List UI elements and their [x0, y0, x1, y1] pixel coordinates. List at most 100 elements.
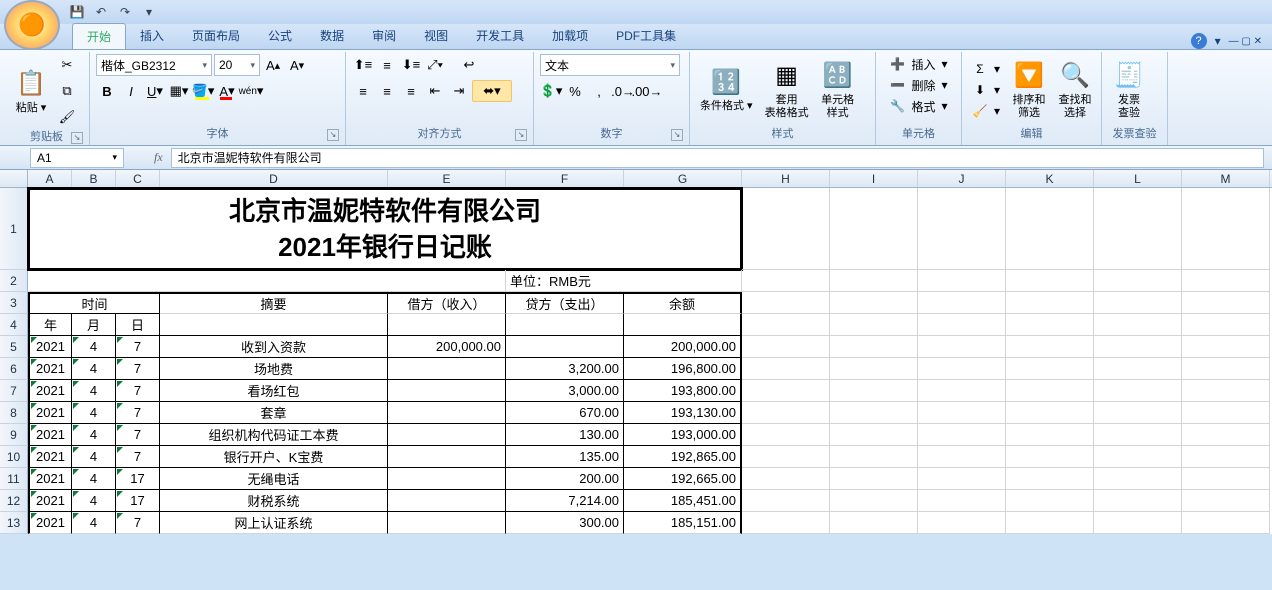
- font-size-combo[interactable]: 20▾: [214, 54, 260, 76]
- cell[interactable]: [742, 270, 830, 292]
- name-box[interactable]: A1▾: [30, 148, 124, 168]
- cell[interactable]: [1182, 424, 1270, 446]
- cell[interactable]: [918, 424, 1006, 446]
- increase-indent-button[interactable]: ⇥: [448, 80, 470, 102]
- cell-month[interactable]: 4: [72, 402, 116, 424]
- cell[interactable]: [918, 270, 1006, 292]
- col-header-A[interactable]: A: [28, 170, 72, 187]
- cell-debit[interactable]: [388, 424, 506, 446]
- cell[interactable]: [742, 468, 830, 490]
- cell[interactable]: [918, 402, 1006, 424]
- cell[interactable]: [918, 358, 1006, 380]
- cell[interactable]: [1006, 358, 1094, 380]
- cell[interactable]: [830, 314, 918, 336]
- row-header-6[interactable]: 6: [0, 358, 28, 380]
- cell-credit[interactable]: 300.00: [506, 512, 624, 534]
- wrap-text-button[interactable]: ↩: [458, 54, 480, 76]
- cell-month[interactable]: 4: [72, 512, 116, 534]
- cell-summary[interactable]: 套章: [160, 402, 388, 424]
- cell[interactable]: [1094, 314, 1182, 336]
- help-icon[interactable]: ?: [1191, 33, 1207, 49]
- row-header-9[interactable]: 9: [0, 424, 28, 446]
- cell-day[interactable]: 7: [116, 446, 160, 468]
- header-year[interactable]: 年: [28, 314, 72, 336]
- tab-审阅[interactable]: 审阅: [358, 23, 410, 49]
- cell-balance[interactable]: 192,865.00: [624, 446, 742, 468]
- tab-公式[interactable]: 公式: [254, 23, 306, 49]
- comma-button[interactable]: ,: [588, 80, 610, 102]
- dialog-launcher[interactable]: ↘: [71, 132, 83, 144]
- cell-day[interactable]: 17: [116, 490, 160, 512]
- tab-加载项[interactable]: 加载项: [538, 23, 602, 49]
- cell-balance[interactable]: 196,800.00: [624, 358, 742, 380]
- cell[interactable]: [742, 336, 830, 358]
- col-header-K[interactable]: K: [1006, 170, 1094, 187]
- cell[interactable]: [830, 380, 918, 402]
- cell-day[interactable]: 17: [116, 468, 160, 490]
- cell[interactable]: [1182, 512, 1270, 534]
- cell-credit[interactable]: 670.00: [506, 402, 624, 424]
- row-header-13[interactable]: 13: [0, 512, 28, 534]
- formula-input[interactable]: 北京市温妮特软件有限公司: [171, 148, 1264, 168]
- cell-credit[interactable]: 130.00: [506, 424, 624, 446]
- cell-month[interactable]: 4: [72, 468, 116, 490]
- clear-button[interactable]: 🧹▾: [968, 101, 1004, 121]
- cell-summary[interactable]: 网上认证系统: [160, 512, 388, 534]
- cell[interactable]: [830, 446, 918, 468]
- cell-summary[interactable]: 无绳电话: [160, 468, 388, 490]
- row-header-10[interactable]: 10: [0, 446, 28, 468]
- merge-center-button[interactable]: ⬌▾: [472, 80, 512, 102]
- cell[interactable]: [830, 336, 918, 358]
- dialog-launcher[interactable]: ↘: [671, 129, 683, 141]
- row-header-2[interactable]: 2: [0, 270, 28, 292]
- header-summary-2[interactable]: [160, 314, 388, 336]
- cell[interactable]: [830, 402, 918, 424]
- cell[interactable]: [1182, 446, 1270, 468]
- font-color-button[interactable]: A▾: [216, 80, 238, 102]
- row-header-8[interactable]: 8: [0, 402, 28, 424]
- cell[interactable]: [1182, 358, 1270, 380]
- tab-开发工具[interactable]: 开发工具: [462, 23, 538, 49]
- cell[interactable]: [1094, 188, 1182, 270]
- fx-icon[interactable]: fx: [154, 150, 163, 165]
- orientation-button[interactable]: ⤢▾: [424, 54, 446, 76]
- cell[interactable]: [742, 292, 830, 314]
- cell[interactable]: [1006, 490, 1094, 512]
- format-as-table-button[interactable]: ▦套用 表格格式: [761, 58, 813, 122]
- decrease-decimal-button[interactable]: .00→: [636, 80, 658, 102]
- phonetic-button[interactable]: wén▾: [240, 80, 262, 102]
- cell[interactable]: [1094, 292, 1182, 314]
- cell-debit[interactable]: [388, 512, 506, 534]
- cell[interactable]: [742, 512, 830, 534]
- header-summary[interactable]: 摘要: [160, 292, 388, 314]
- cell[interactable]: [830, 490, 918, 512]
- cell-debit[interactable]: [388, 402, 506, 424]
- cell[interactable]: [1006, 446, 1094, 468]
- cell-year[interactable]: 2021: [28, 490, 72, 512]
- cell[interactable]: [1094, 512, 1182, 534]
- cell[interactable]: [1182, 402, 1270, 424]
- cell-year[interactable]: 2021: [28, 468, 72, 490]
- cell-month[interactable]: 4: [72, 380, 116, 402]
- cell-credit[interactable]: 3,000.00: [506, 380, 624, 402]
- cell-styles-button[interactable]: 🔠单元格 样式: [817, 58, 859, 122]
- cell[interactable]: [830, 424, 918, 446]
- tab-插入[interactable]: 插入: [126, 23, 178, 49]
- cell-month[interactable]: 4: [72, 446, 116, 468]
- cell[interactable]: [918, 490, 1006, 512]
- cell-day[interactable]: 7: [116, 512, 160, 534]
- col-header-M[interactable]: M: [1182, 170, 1270, 187]
- cell-day[interactable]: 7: [116, 424, 160, 446]
- row-header-12[interactable]: 12: [0, 490, 28, 512]
- cell-balance[interactable]: 193,130.00: [624, 402, 742, 424]
- cell-year[interactable]: 2021: [28, 402, 72, 424]
- cell-debit[interactable]: [388, 490, 506, 512]
- cell[interactable]: [742, 402, 830, 424]
- col-header-C[interactable]: C: [116, 170, 160, 187]
- cell[interactable]: [742, 314, 830, 336]
- fill-color-button[interactable]: 🪣▾: [192, 80, 214, 102]
- tab-数据[interactable]: 数据: [306, 23, 358, 49]
- italic-button[interactable]: I: [120, 80, 142, 102]
- align-top-button[interactable]: ⬆≡: [352, 54, 374, 76]
- invoice-check-button[interactable]: 🧾发票 查验: [1108, 58, 1150, 122]
